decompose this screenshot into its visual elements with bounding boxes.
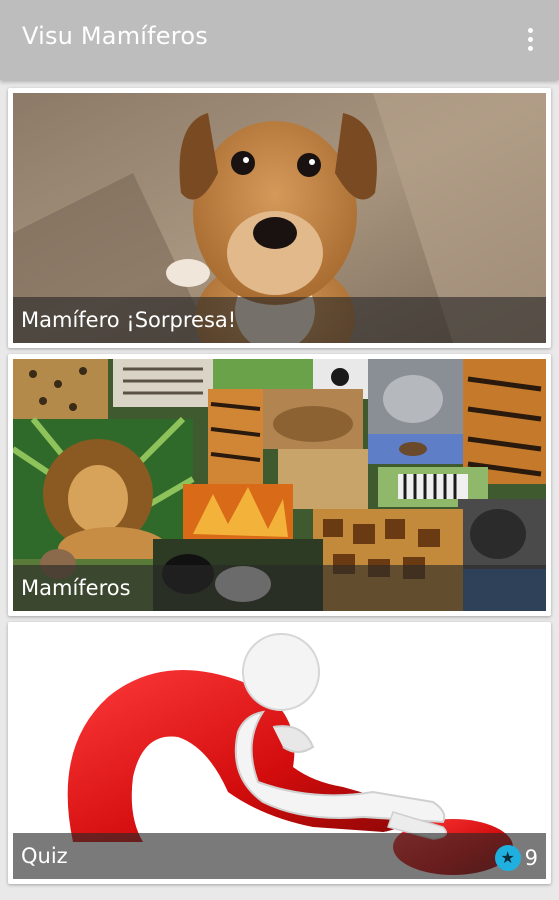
quiz-score-value: 9 <box>524 846 538 870</box>
card-caption: Mamífero ¡Sorpresa! <box>13 297 546 343</box>
card-mammals[interactable]: Mamíferos <box>8 354 551 616</box>
app-title: Visu Mamíferos <box>22 22 208 50</box>
card-quiz[interactable]: Quiz ★ 9 <box>8 622 551 884</box>
card-caption: Quiz <box>13 833 546 879</box>
app-bar: Visu Mamíferos <box>0 0 559 80</box>
card-caption: Mamíferos <box>13 565 546 611</box>
star-icon: ★ <box>494 845 521 871</box>
quiz-score: ★ 9 <box>494 845 538 871</box>
more-vert-icon[interactable] <box>515 22 545 56</box>
card-surprise-mammal[interactable]: Mamífero ¡Sorpresa! <box>8 88 551 348</box>
mammals-collage: Mamíferos <box>13 359 546 611</box>
question-mark-figure: Quiz ★ 9 <box>13 627 546 879</box>
puppy-photo: Mamífero ¡Sorpresa! <box>13 93 546 343</box>
